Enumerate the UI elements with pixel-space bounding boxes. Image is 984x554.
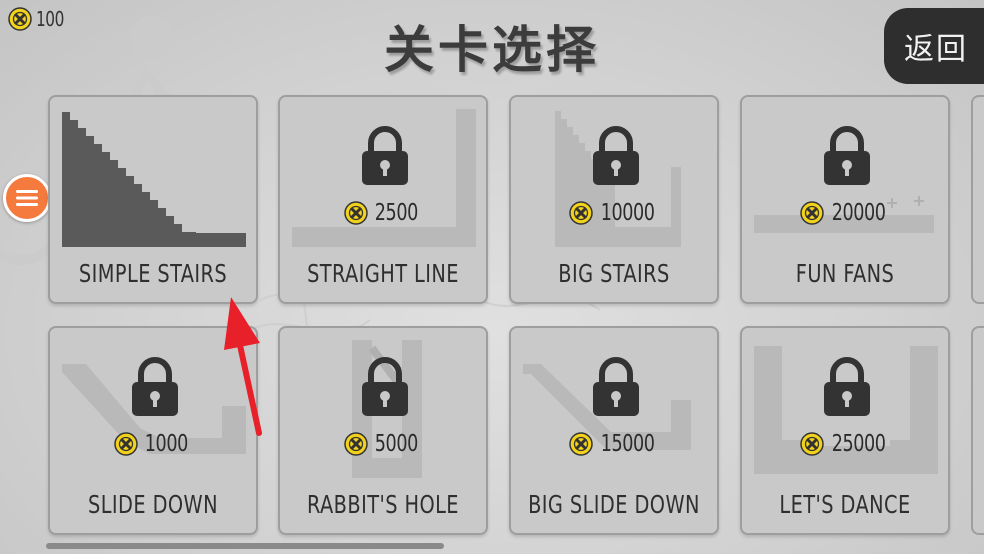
level-card-lets-dance[interactable]: 25000 LET'S DANCE [740,326,950,535]
level-card-partial[interactable] [971,326,984,535]
level-price: 5000 [280,431,486,457]
coin-icon [344,201,368,225]
level-price: 2500 [280,200,486,226]
level-price-value: 10000 [600,200,655,226]
page-title: 关卡选择 [384,21,600,79]
level-name: SIMPLE STAIRS [78,259,228,288]
level-preview-simple-stairs [62,112,246,247]
coin-icon [344,432,368,456]
level-price-value: 1000 [144,431,189,457]
level-price-value: 5000 [374,431,419,457]
coin-icon [114,432,138,456]
level-price-value: 15000 [600,431,655,457]
level-name: LET'S DANCE [779,490,911,519]
level-card-fun-fans[interactable]: 20000 FUN FANS [740,95,950,304]
level-price: 25000 [742,431,948,457]
level-card-big-slide-down[interactable]: 15000 BIG SLIDE DOWN [509,326,719,535]
coin-icon [800,432,824,456]
level-card-straight-line[interactable]: 2500 STRAIGHT LINE [278,95,488,304]
level-price: 1000 [50,431,256,457]
level-card-partial[interactable] [971,95,984,304]
lock-icon [824,126,870,185]
lock-icon [362,126,408,185]
lock-icon [593,357,639,416]
level-card-big-stairs[interactable]: 10000 BIG STAIRS [509,95,719,304]
coin-icon [569,432,593,456]
level-price-value: 2500 [374,200,419,226]
level-name: RABBIT'S HOLE [307,490,459,519]
hamburger-menu-icon [16,190,38,206]
level-name: BIG STAIRS [558,259,670,288]
level-price: 10000 [511,200,717,226]
coin-icon [800,201,824,225]
level-price: 20000 [742,200,948,226]
menu-button[interactable] [3,174,51,222]
level-card-slide-down[interactable]: 1000 SLIDE DOWN [48,326,258,535]
lock-icon [132,357,178,416]
lock-icon [362,357,408,416]
level-card-simple-stairs[interactable]: SIMPLE STAIRS [48,95,258,304]
coin-icon [569,201,593,225]
level-card-rabbits-hole[interactable]: 5000 RABBIT'S HOLE [278,326,488,535]
level-name: SLIDE DOWN [87,490,219,519]
lock-icon [593,126,639,185]
level-name: FUN FANS [795,259,895,288]
back-button[interactable]: 返回 [884,8,984,84]
level-price: 15000 [511,431,717,457]
level-price-value: 20000 [831,200,886,226]
level-price-value: 25000 [831,431,886,457]
lock-icon [824,357,870,416]
level-name: STRAIGHT LINE [307,259,459,288]
horizontal-scrollbar[interactable] [46,543,444,549]
level-name: BIG SLIDE DOWN [528,490,700,519]
